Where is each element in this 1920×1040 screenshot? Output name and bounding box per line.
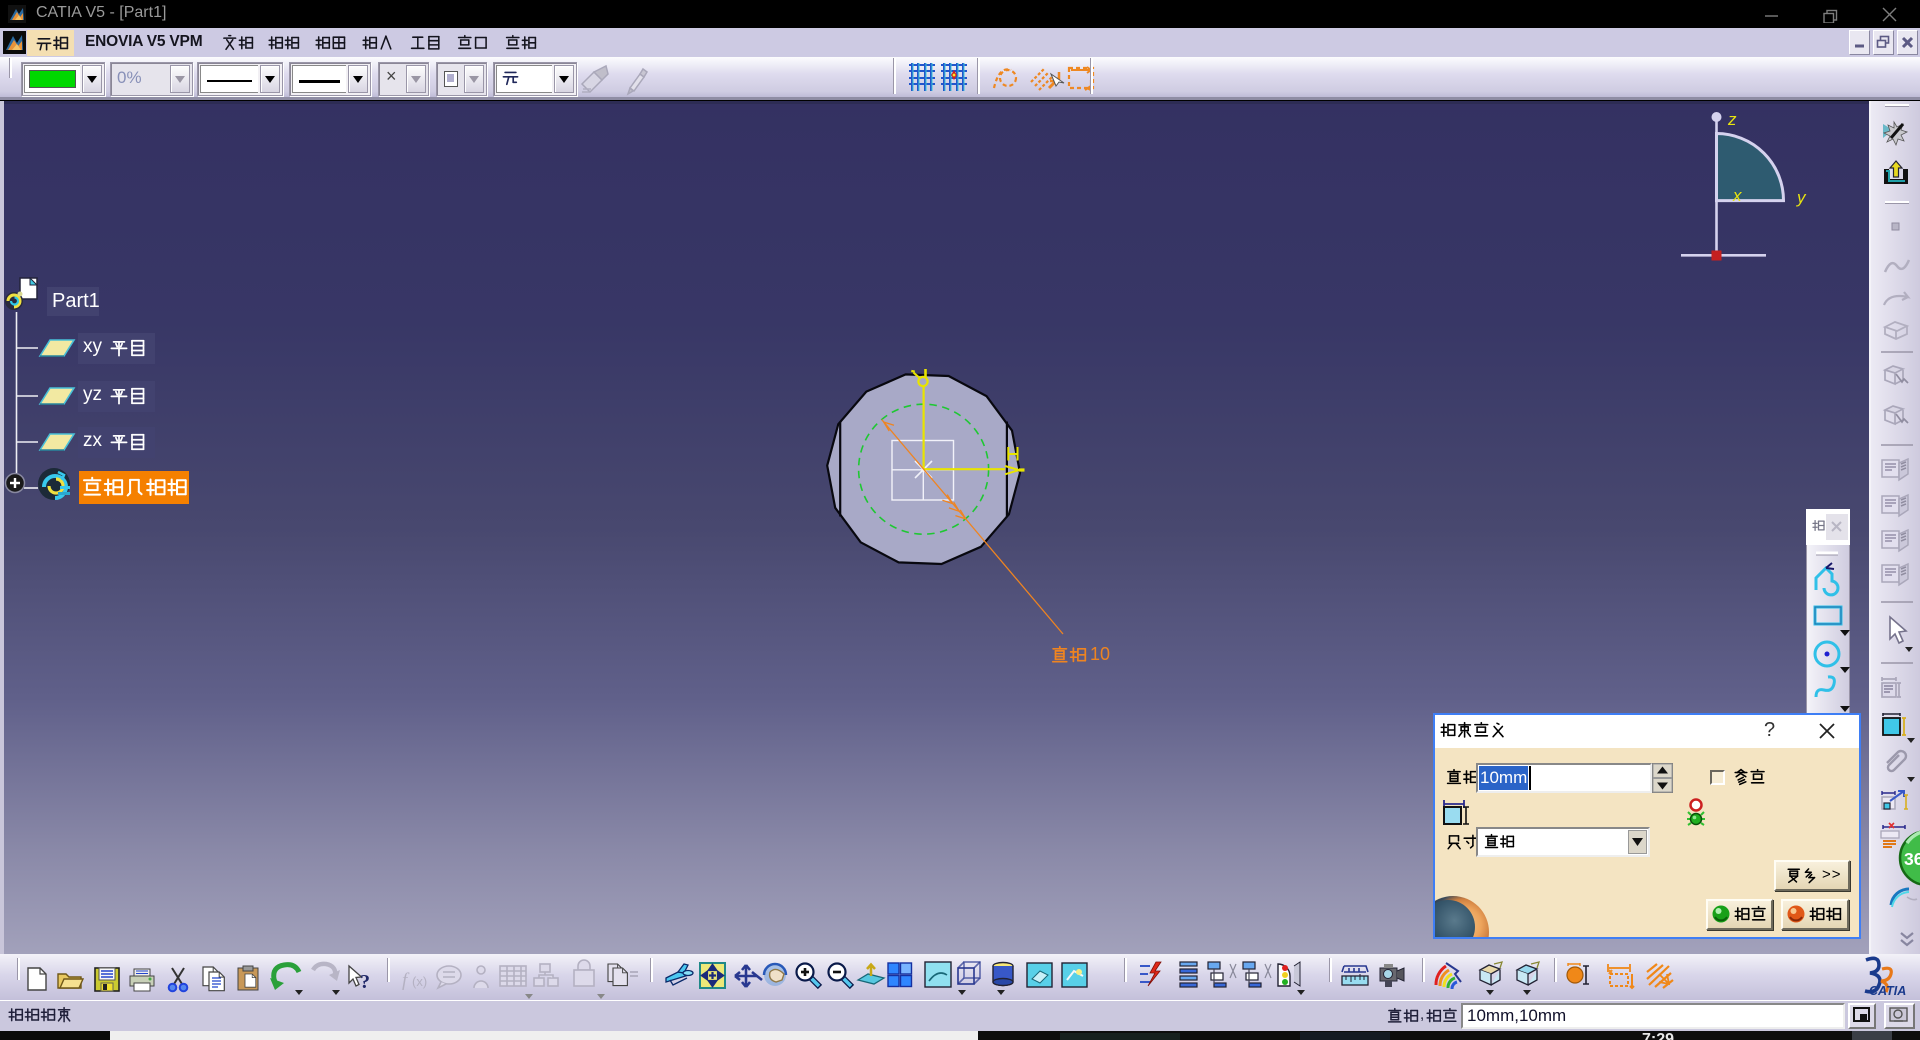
svg-text:(x): (x) bbox=[412, 974, 427, 989]
svg-text:x: x bbox=[1732, 186, 1742, 205]
svg-text:y: y bbox=[1796, 188, 1807, 207]
svg-text:z: z bbox=[1727, 110, 1737, 129]
svg-text:CATIA: CATIA bbox=[1869, 984, 1906, 998]
svg-text:?: ? bbox=[360, 971, 370, 993]
svg-text:36: 36 bbox=[1904, 849, 1920, 869]
svg-text:f: f bbox=[402, 970, 410, 991]
